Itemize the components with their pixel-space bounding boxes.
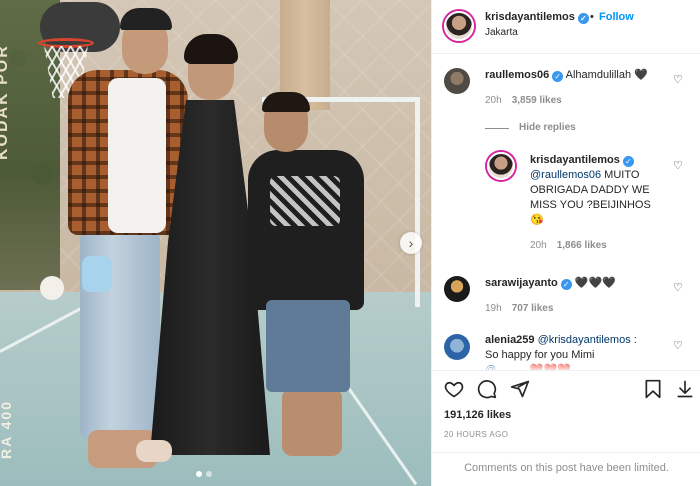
reply-emoji: 😘 — [530, 214, 544, 226]
photo-banner-text: KODAK POR — [0, 44, 11, 160]
post-location[interactable]: Jakarta — [485, 27, 518, 38]
header-separator: • — [590, 11, 594, 23]
post-timestamp[interactable]: 20 HOURS AGO — [444, 430, 508, 439]
author-username[interactable]: krisdayantilemos ✓ — [485, 11, 589, 24]
comment-text: sarawijayanto ✓ 🖤🖤🖤 — [485, 276, 675, 291]
comment-username[interactable]: alenia259 — [485, 334, 535, 346]
reply-likes[interactable]: 1,866 likes — [557, 240, 607, 251]
comment-like-icon[interactable]: ♡ — [673, 73, 683, 86]
comment-body: : — [630, 334, 637, 346]
post-actions: 191,126 likes 20 HOURS AGO — [432, 370, 700, 460]
person-right-hair — [262, 92, 310, 112]
verified-badge-icon: ✓ — [577, 13, 589, 24]
post-photo[interactable]: KODAK POR RA 400 › — [0, 0, 431, 486]
commenter-avatar[interactable] — [444, 68, 470, 94]
comment-meta: 19h 707 likes — [485, 303, 553, 314]
comment-body: Alhamdulillah 🖤 — [565, 69, 648, 81]
carousel-dot — [206, 471, 212, 477]
follow-button[interactable]: Follow — [599, 11, 634, 23]
share-icon[interactable] — [510, 379, 530, 405]
comment-time[interactable]: 19h — [485, 303, 502, 314]
person-right-shorts — [266, 300, 350, 392]
verified-badge-icon: ✓ — [552, 71, 564, 82]
person-middle-shoe — [136, 440, 172, 462]
comment-time[interactable]: 20h — [485, 95, 502, 106]
reply-time[interactable]: 20h — [530, 240, 547, 251]
comments-limited-notice: Comments on this post have been limited. — [432, 452, 700, 486]
download-icon[interactable] — [675, 379, 695, 405]
reply-avatar[interactable] — [487, 152, 515, 180]
person-left-tshirt — [108, 78, 166, 233]
post-header: krisdayantilemos ✓ • Follow Jakarta — [432, 0, 700, 54]
comment-meta: 20h 3,859 likes — [485, 95, 562, 106]
comment-body: 🖤🖤🖤 — [574, 277, 616, 289]
reply-username[interactable]: krisdayantilemos — [530, 154, 620, 166]
reply-text: krisdayantilemos ✓ @raullemos06 MUITO OBR… — [530, 153, 670, 228]
comment-icon[interactable] — [477, 379, 497, 405]
commenter-avatar[interactable] — [444, 276, 470, 302]
photo-ball — [40, 276, 64, 300]
person-right-shirt — [248, 150, 364, 310]
author-avatar[interactable] — [444, 11, 474, 41]
photo-corner-text: RA 400 — [0, 400, 14, 459]
person-right-shirt-print — [270, 176, 340, 226]
comment-like-icon[interactable]: ♡ — [673, 281, 683, 294]
verified-badge-icon: ✓ — [560, 279, 572, 290]
carousel-next-button[interactable]: › — [400, 232, 422, 254]
heart-icon[interactable] — [444, 379, 464, 405]
comment-likes[interactable]: 707 likes — [512, 303, 554, 314]
author-username-text[interactable]: krisdayantilemos — [485, 11, 575, 23]
reply-mention[interactable]: @raullemos06 — [530, 169, 601, 181]
comment-username[interactable]: raullemos06 — [485, 69, 549, 81]
verified-badge-icon: ✓ — [622, 156, 634, 167]
comment-mention[interactable]: @krisdayantilemos — [538, 334, 631, 346]
comment-username[interactable]: sarawijayanto — [485, 277, 558, 289]
comment-text: raullemos06 ✓ Alhamdulillah 🖤 — [485, 68, 675, 83]
comment-likes[interactable]: 3,859 likes — [512, 95, 562, 106]
likes-count[interactable]: 191,126 likes — [444, 409, 511, 421]
comment-like-icon[interactable]: ♡ — [673, 339, 683, 352]
hide-replies-line — [485, 128, 509, 129]
person-left-cap — [120, 8, 172, 30]
chevron-right-icon: › — [408, 235, 414, 251]
carousel-dot-active — [196, 471, 202, 477]
reply-meta: 20h 1,866 likes — [530, 240, 607, 251]
hide-replies-button[interactable]: Hide replies — [519, 122, 576, 133]
person-right-legs — [282, 388, 342, 456]
reply-like-icon[interactable]: ♡ — [673, 159, 683, 172]
commenter-avatar[interactable] — [444, 334, 470, 360]
carousel-dots — [196, 471, 212, 477]
bookmark-icon[interactable] — [643, 379, 663, 405]
person-middle-hair — [184, 34, 238, 64]
post-sidebar: krisdayantilemos ✓ • Follow Jakarta raull… — [431, 0, 700, 486]
person-left-mask — [82, 256, 112, 292]
